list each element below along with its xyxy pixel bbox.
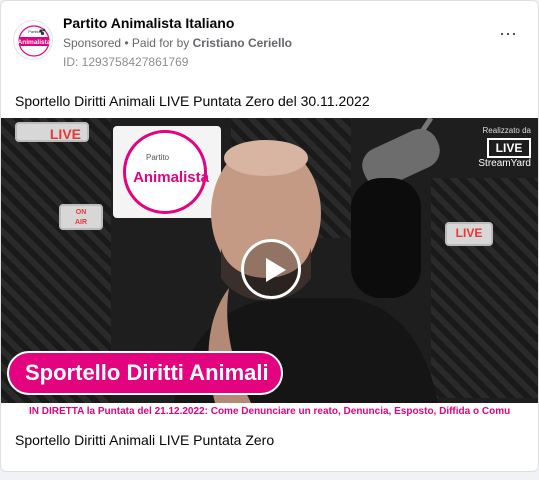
live-sign-top-left: LIVE: [15, 122, 89, 142]
avatar-top-text: Partito: [28, 29, 40, 34]
ad-post-card: Partito Animalista Partito Animalista It…: [0, 0, 539, 472]
post-header: Partito Animalista Partito Animalista It…: [1, 1, 538, 81]
video-player[interactable]: LIVE ON AIR LIVE Partito Animalista Real…: [1, 118, 538, 421]
brand-small-text: Realizzato da: [482, 126, 531, 135]
show-title-pill: Sportello Diritti Animali: [7, 351, 283, 395]
paid-by-name: Cristiano Ceriello: [192, 36, 292, 50]
paw-logo-icon: Partito Animalista: [15, 22, 52, 59]
on-air-bottom-text: AIR: [74, 219, 88, 226]
avatar-name: Animalista: [18, 39, 51, 46]
live-sign-1-text: LIVE: [49, 126, 81, 142]
ad-id: ID: 1293758427861769: [63, 55, 189, 69]
streamyard-brand: Realizzato da LIVE StreamYard: [471, 126, 533, 174]
sponsored-line: Sponsored • Paid for by Cristiano Ceriel…: [63, 36, 292, 50]
play-icon[interactable]: [241, 239, 301, 299]
news-ticker: IN DIRETTA la Puntata del 21.12.2022: Co…: [1, 403, 538, 421]
page-name-link[interactable]: Partito Animalista Italiano: [63, 15, 234, 31]
sponsored-label: Sponsored: [63, 36, 122, 50]
brand-live-text: LIVE: [487, 138, 531, 158]
post-caption-bottom[interactable]: Sportello Diritti Animali LIVE Puntata Z…: [15, 432, 274, 448]
brand-yard-text: StreamYard: [478, 158, 531, 169]
more-options-icon[interactable]: ⋯: [499, 25, 518, 43]
on-air-top-text: ON: [75, 209, 87, 216]
post-caption-top: Sportello Diritti Animali LIVE Puntata Z…: [15, 93, 370, 109]
page-avatar[interactable]: Partito Animalista: [13, 20, 53, 60]
paid-by-prefix: • Paid for by: [121, 36, 193, 50]
on-air-sign: ON AIR: [59, 204, 103, 230]
